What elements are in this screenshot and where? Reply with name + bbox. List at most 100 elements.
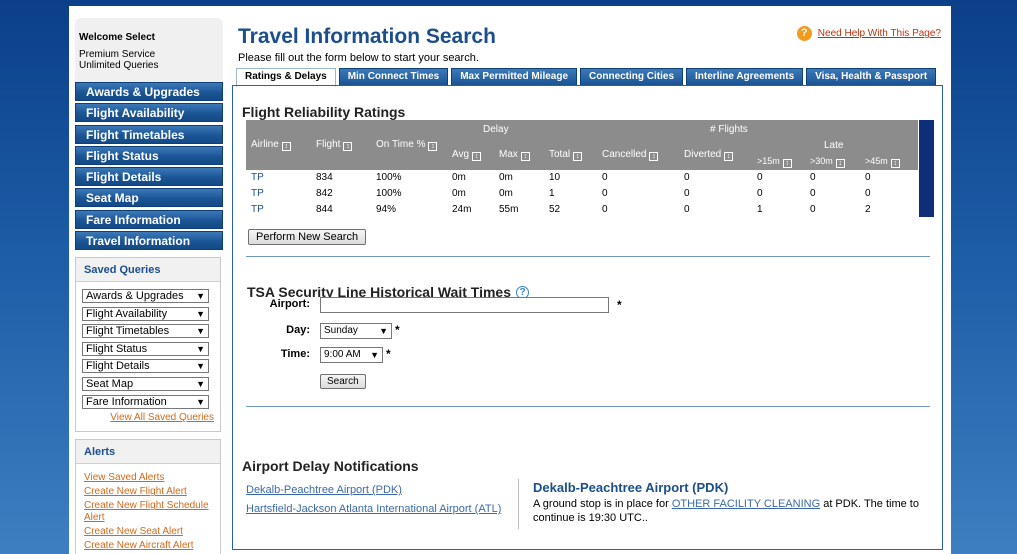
col-late-45[interactable]: >45m ↕ [865,156,900,168]
airport-link-atl[interactable]: Hartsfield-Jackson Atlanta International… [246,502,506,516]
time-value: 9:00 AM [324,349,361,360]
saved-query-select[interactable]: Flight Timetables ▼ [82,324,209,339]
perform-new-search-button[interactable]: Perform New Search [248,229,367,245]
col-label: Diverted [684,149,722,160]
ratings-heading: Flight Reliability Ratings [242,104,406,120]
col-flight[interactable]: Flight ↕ [316,139,353,151]
sort-icon[interactable]: ↕ [281,142,291,151]
sort-icon[interactable]: ↕ [835,159,845,168]
cell-late-15: 0 [757,172,763,183]
search-button[interactable]: Search [320,374,366,389]
create-schedule-alert-link[interactable]: Create New Flight Schedule Alert [84,500,212,524]
nav-flight-availability[interactable]: Flight Availability [75,103,223,123]
cell-avg: 24m [452,204,472,215]
airline-link[interactable]: TP [251,172,264,183]
nav-flight-status[interactable]: Flight Status [75,145,223,165]
col-diverted[interactable]: Diverted ↕ [684,149,734,161]
airline-link[interactable]: TP [251,204,264,215]
nav-travel-information[interactable]: Travel Information [75,231,223,251]
nav-flight-details[interactable]: Flight Details [75,167,223,187]
nav-flight-timetables[interactable]: Flight Timetables [75,124,223,144]
saved-query-select[interactable]: Flight Status ▼ [82,341,209,356]
chevron-down-icon: ▼ [379,326,388,336]
day-select[interactable]: Sunday ▼ [320,323,392,339]
sort-icon[interactable]: ↕ [472,152,482,161]
tab-max-permitted-mileage[interactable]: Max Permitted Mileage [451,68,578,86]
col-ontime[interactable]: On Time % ↕ [376,139,438,151]
sort-icon[interactable]: ↕ [782,159,792,168]
cell-cancelled: 0 [602,172,608,183]
col-cancelled[interactable]: Cancelled ↕ [602,149,659,161]
table-scrollbar[interactable] [919,120,934,217]
day-value: Sunday [324,325,358,336]
create-seat-alert-link[interactable]: Create New Seat Alert [84,526,212,538]
cell-total: 10 [549,172,561,183]
view-saved-alerts-link[interactable]: View Saved Alerts [84,472,212,484]
col-airline[interactable]: Airline ↕ [251,139,291,151]
create-aircraft-alert-link[interactable]: Create New Aircraft Alert [84,540,212,552]
delay-message: A ground stop is in place for OTHER FACI… [533,497,923,525]
chevron-down-icon: ▼ [196,361,205,372]
nav-seat-map[interactable]: Seat Map [75,188,223,208]
table-row: TP 834 100% 0m 0m 10 0 0 0 0 0 [246,170,918,186]
sort-icon[interactable]: ↕ [649,152,659,161]
cell-late-30: 0 [810,188,816,199]
col-label: >45m [865,156,888,166]
tab-connecting-cities[interactable]: Connecting Cities [580,68,684,86]
col-avg[interactable]: Avg ↕ [452,149,482,161]
cell-max: 0m [499,172,513,183]
col-max[interactable]: Max ↕ [499,149,530,161]
tab-interline-agreements[interactable]: Interline Agreements [686,68,804,86]
delay-reason-link[interactable]: OTHER FACILITY CLEANING [672,498,820,510]
saved-query-select[interactable]: Flight Availability ▼ [82,306,209,321]
welcome-text: Welcome Select [79,32,155,43]
nav-fare-information[interactable]: Fare Information [75,209,223,229]
saved-query-select[interactable]: Fare Information ▼ [82,394,209,409]
cell-flight: 842 [316,188,333,199]
airline-link[interactable]: TP [251,188,264,199]
cell-late-45: 2 [865,204,871,215]
help-icon[interactable]: ? [796,26,812,41]
airport-input[interactable] [320,297,609,313]
nav-awards-upgrades[interactable]: Awards & Upgrades [75,82,223,101]
divider [518,479,519,529]
sort-icon[interactable]: ↕ [520,152,530,161]
saved-query-select[interactable]: Awards & Upgrades ▼ [82,289,209,304]
page-title: Travel Information Search [238,25,496,48]
saved-query-select[interactable]: Flight Details ▼ [82,359,209,374]
sort-icon[interactable]: ↕ [890,159,900,168]
ratings-table-body: TP 834 100% 0m 0m 10 0 0 0 0 0 TP 842 10… [246,170,918,218]
col-late-15[interactable]: >15m ↕ [757,156,792,168]
chevron-down-icon: ▼ [196,379,205,390]
cell-cancelled: 0 [602,204,608,215]
chevron-down-icon: ▼ [196,326,205,337]
airport-link-pdk[interactable]: Dekalb-Peachtree Airport (PDK) [246,484,402,496]
select-value: Fare Information [86,395,167,408]
help-area: ? Need Help With This Page? [796,26,941,41]
help-link[interactable]: Need Help With This Page? [818,28,941,39]
delay-airport-name: Dekalb-Peachtree Airport (PDK) [533,480,729,495]
cell-late-30: 0 [810,172,816,183]
view-all-saved-queries-link[interactable]: View All Saved Queries [82,412,214,424]
saved-query-select[interactable]: Seat Map ▼ [82,377,209,392]
cell-late-15: 1 [757,204,763,215]
sort-icon[interactable]: ↕ [573,152,583,161]
select-value: Flight Status [86,342,148,355]
sidebar: Welcome Select Premium Service Unlimited… [75,18,223,554]
tab-min-connect-times[interactable]: Min Connect Times [338,68,449,86]
chevron-down-icon: ▼ [196,308,205,319]
cell-flight: 844 [316,204,333,215]
sort-icon[interactable]: ↕ [343,142,353,151]
chevron-down-icon: ▼ [370,350,379,360]
sort-icon[interactable]: ↕ [724,152,734,161]
sort-icon[interactable]: ↕ [428,142,438,151]
col-total[interactable]: Total ↕ [549,149,583,161]
tab-visa-health-passport[interactable]: Visa, Health & Passport [806,68,937,86]
col-late-30[interactable]: >30m ↕ [810,156,845,168]
col-label: Airline [251,139,279,150]
time-select[interactable]: 9:00 AM ▼ [320,347,383,363]
col-group-flights: # Flights [710,124,748,135]
chevron-down-icon: ▼ [196,291,205,302]
create-flight-alert-link[interactable]: Create New Flight Alert [84,486,212,498]
select-value: Seat Map [86,378,134,391]
